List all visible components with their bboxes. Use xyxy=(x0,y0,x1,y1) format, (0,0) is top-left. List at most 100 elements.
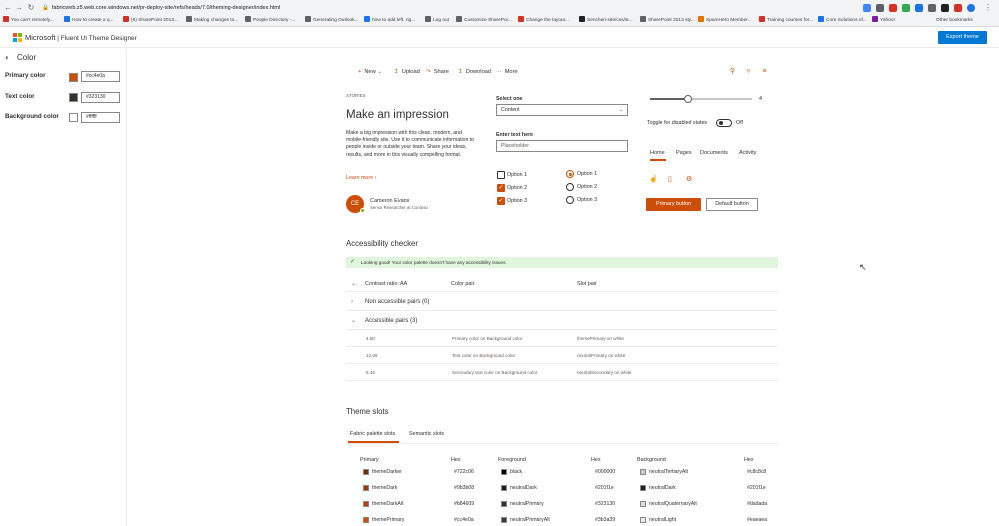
favicon-icon xyxy=(872,16,878,22)
checkbox-option-1[interactable] xyxy=(497,171,505,179)
chevron-down-icon[interactable]: ⌄ xyxy=(351,280,356,288)
avatar[interactable] xyxy=(967,4,975,12)
slot-hex: #eaeaea xyxy=(747,517,768,523)
checkbox-option-2[interactable]: ✓ xyxy=(497,184,505,192)
bookmark-item[interactable]: SpamHero Member... xyxy=(698,16,752,26)
disabled-states-toggle[interactable] xyxy=(716,119,732,127)
tab-fabric-palette-slots[interactable]: Fabric palette slots xyxy=(350,430,395,438)
chevron-right-icon[interactable]: › xyxy=(351,298,353,306)
radio-option-2[interactable] xyxy=(566,183,574,191)
add-icon: + xyxy=(358,69,362,75)
bookmark-item[interactable]: (6) SharePoint 2013... xyxy=(123,16,178,26)
text-color-swatch[interactable] xyxy=(69,93,78,102)
bookmarks-bar: You can't remotely... How to create a q..… xyxy=(0,15,999,26)
text-color-field[interactable]: #323130 xyxy=(81,92,120,103)
background-color-field[interactable]: #ffffff xyxy=(81,112,120,123)
story-eyebrow: STORIES xyxy=(346,93,366,98)
extension-icon[interactable] xyxy=(876,4,884,12)
column-header-pair[interactable]: Color pair xyxy=(451,280,474,288)
google-icon[interactable] xyxy=(863,4,871,12)
tab-documents[interactable]: Documents xyxy=(700,149,728,157)
background-color-swatch[interactable] xyxy=(69,113,78,122)
color-swatch xyxy=(363,485,369,491)
column-header-foreground: Foreground xyxy=(498,457,526,463)
palette-icon: ◐ xyxy=(5,53,10,62)
primary-color-label: Primary color xyxy=(5,72,46,79)
extension-icon[interactable] xyxy=(915,4,923,12)
column-header-ratio[interactable]: Contrast ratio: AA xyxy=(365,280,407,288)
bookmark-item[interactable]: Customize SharePoi... xyxy=(456,16,512,26)
slot-hex: #9b3b08 xyxy=(454,485,475,491)
bookmark-item[interactable]: Yahoo! xyxy=(872,16,895,26)
favicon-icon xyxy=(456,16,462,22)
bookmark-item[interactable]: Generating Outlook... xyxy=(305,16,359,26)
other-bookmarks[interactable]: Other bookmarks xyxy=(936,16,973,26)
radio-label: Option 1 xyxy=(577,171,598,177)
slot-name: neutralPrimary xyxy=(510,501,544,507)
search-icon[interactable]: ⚲ xyxy=(728,67,737,76)
slider-track[interactable] xyxy=(650,95,752,103)
tab-home[interactable]: Home xyxy=(650,149,665,157)
more-button[interactable]: ··· More xyxy=(496,68,518,76)
learn-more-link[interactable]: Learn more › xyxy=(346,174,376,182)
group-accessible[interactable]: Accessible pairs (3) xyxy=(365,317,417,325)
primary-color-field[interactable]: #cc4e0a xyxy=(81,71,120,82)
new-button[interactable]: + New ⌄ xyxy=(358,68,382,76)
slot-name: themeDarkAlt xyxy=(372,501,404,507)
forward-icon[interactable]: → xyxy=(14,3,24,13)
share-icon: ↷ xyxy=(426,69,431,75)
bookmark-item[interactable]: How to create a q... xyxy=(64,16,114,26)
tab-activity[interactable]: Activity xyxy=(739,149,756,157)
group-non-accessible[interactable]: Non accessible pairs (0) xyxy=(365,298,429,306)
bookmark-item[interactable]: Change the layout... xyxy=(518,16,569,26)
bookmark-item[interactable]: Log out xyxy=(425,16,449,26)
like-icon[interactable]: ☝ xyxy=(649,175,658,184)
extension-icon[interactable] xyxy=(954,4,962,12)
slider-thumb[interactable] xyxy=(683,95,692,103)
slot-name: black xyxy=(510,469,523,475)
default-button[interactable]: Default button xyxy=(706,198,758,211)
device-icon[interactable]: ▯ xyxy=(668,175,677,184)
chevron-down-icon: ⌄ xyxy=(377,69,383,75)
bookmark-item[interactable]: SharePoint 2013 sty... xyxy=(640,16,695,26)
bookmark-item[interactable]: Training courses for... xyxy=(759,16,813,26)
checkbox-option-3[interactable]: ✓ xyxy=(497,197,505,205)
radio-option-1[interactable] xyxy=(566,170,574,178)
reload-icon[interactable]: ↻ xyxy=(26,3,36,13)
bookmark-item[interactable]: Sencheri-site/css/st... xyxy=(579,16,633,26)
extension-icon[interactable] xyxy=(941,4,949,12)
tab-semantic-slots[interactable]: Semantic slots xyxy=(409,430,444,438)
download-button[interactable]: ↧ Download xyxy=(458,68,491,76)
primary-button[interactable]: Primary button xyxy=(646,198,701,211)
menu-icon[interactable]: ⋮ xyxy=(983,3,993,13)
extension-icon[interactable] xyxy=(928,4,936,12)
extension-icon[interactable] xyxy=(889,4,897,12)
bookmark-item[interactable]: You can't remotely... xyxy=(3,16,54,26)
export-theme-button[interactable]: Export theme xyxy=(938,31,987,44)
bookmark-item[interactable]: Making changes to... xyxy=(186,16,238,26)
color-swatch xyxy=(640,469,646,475)
microsoft-logo xyxy=(13,33,22,42)
favicon-icon xyxy=(518,16,524,22)
primary-color-swatch[interactable] xyxy=(69,73,78,82)
bookmark-item[interactable]: People Directory -... xyxy=(245,16,295,26)
bookmark-item[interactable]: how to add left, rig... xyxy=(364,16,415,26)
column-header-primary: Primary xyxy=(360,457,379,463)
extension-icon[interactable] xyxy=(902,4,910,12)
tab-pages[interactable]: Pages xyxy=(676,149,692,157)
text-input[interactable]: Placeholder xyxy=(496,140,628,152)
filter-icon[interactable]: ▿ xyxy=(744,67,753,76)
sort-icon[interactable]: ≡ xyxy=(760,67,769,76)
upload-button[interactable]: ↥ Upload xyxy=(394,68,420,76)
settings-icon[interactable]: ⚙ xyxy=(686,175,695,184)
share-button[interactable]: ↷ Share xyxy=(426,68,449,76)
back-icon[interactable]: ← xyxy=(3,3,13,13)
url-field[interactable]: 🔒 fabricweb.z5.web.core.windows.net/pr-de… xyxy=(42,3,842,13)
column-header-slot[interactable]: Slot pair xyxy=(577,280,597,288)
bookmark-item[interactable]: Core Solutions of... xyxy=(818,16,867,26)
content-dropdown[interactable]: Content ⌄ xyxy=(496,104,628,116)
divider xyxy=(346,443,777,444)
chevron-down-icon[interactable]: ⌄ xyxy=(351,317,356,325)
radio-option-3[interactable] xyxy=(566,196,574,204)
column-header-hex: Hex xyxy=(744,457,754,463)
